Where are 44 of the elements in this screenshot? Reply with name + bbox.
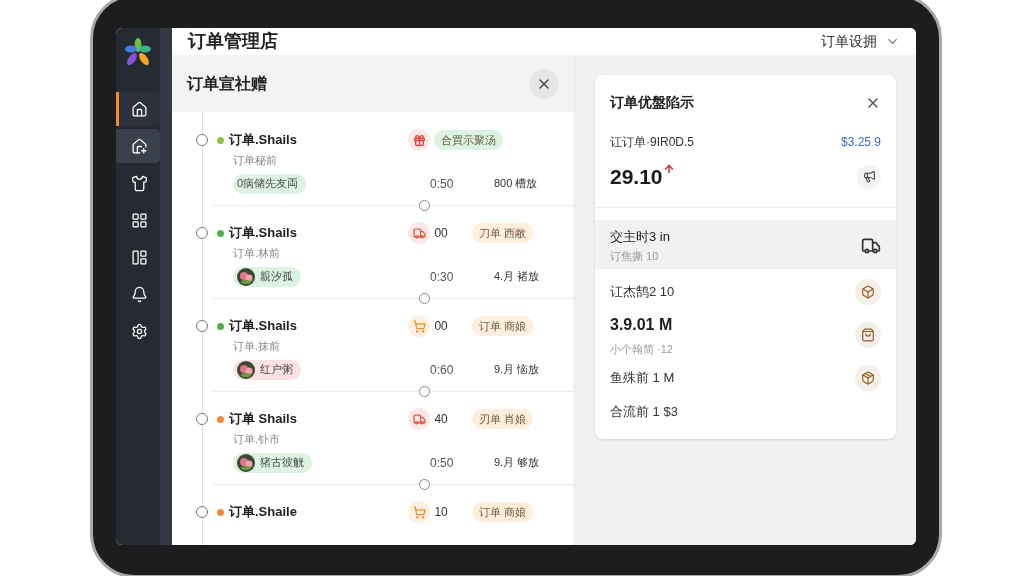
status-badge: 合買示聚汤	[434, 130, 504, 150]
order-count: 10	[434, 504, 449, 521]
order-time: 0:30	[430, 268, 455, 286]
order-title: 订单.Shails	[229, 317, 298, 336]
status-badge: 刀单 西敝	[472, 223, 534, 243]
order-subtitle: 订单秘前	[233, 153, 278, 168]
order-amount: 4.月 褚放	[494, 269, 541, 285]
order-tag: 猪古彼觥	[233, 452, 312, 473]
app-title: 订单管理店	[188, 30, 278, 53]
order-time: 0:60	[430, 361, 455, 379]
order-subtitle: 订单.抹前	[233, 339, 282, 354]
order-amount: 9.月 够放	[494, 455, 541, 471]
stat-label: 鱼殊前 1 M	[610, 369, 675, 388]
order-title: 订单 Shails	[229, 410, 298, 429]
stat-label: 合流前 1 $3	[610, 403, 678, 422]
order-value: 29.10	[610, 164, 663, 190]
order-amount: 9.月 恼放	[494, 362, 541, 378]
price: $3.25 9	[840, 134, 881, 151]
order-count: 00	[434, 225, 449, 242]
stat-label: 3.9.01 M	[610, 314, 673, 335]
order-time: 0:50	[430, 454, 455, 472]
shipping-title: 交主时3 in	[610, 227, 670, 246]
menu-dropdown[interactable]: 订单设拥	[821, 31, 900, 52]
stat-note: 小个翰简 ·12	[610, 341, 673, 357]
status-badge: 刃单 肖娘	[472, 409, 534, 429]
stat-label: 讧杰鹄2 10	[610, 282, 675, 301]
order-count: 00	[434, 318, 449, 335]
status-badge: 订单 商娘	[472, 502, 534, 522]
order-title: 订单.Shails	[229, 131, 298, 150]
order-tag: 0病储先友両	[233, 173, 307, 194]
shipping-subtitle: 订焦撕 10	[610, 249, 660, 264]
order-line: 讧订单·9IR0D.5	[610, 134, 695, 151]
status-badge: 订单 商娘	[472, 316, 534, 336]
panel-title: 订单宣社赠	[187, 73, 267, 94]
order-tag: 親汐孤	[233, 266, 301, 287]
order-subtitle: 订单.林前	[233, 246, 282, 261]
order-subtitle: 订单.钋市	[233, 432, 282, 447]
card-title: 订单优盤陷示	[610, 93, 694, 112]
order-title: 订单.Shails	[229, 224, 298, 243]
order-time: 0:50	[430, 175, 455, 193]
order-count: 40	[434, 411, 449, 428]
order-title: 订单.Shaile	[229, 503, 298, 522]
order-amount: 800 槽放	[494, 176, 539, 192]
order-tag: 红户粥	[233, 359, 301, 380]
